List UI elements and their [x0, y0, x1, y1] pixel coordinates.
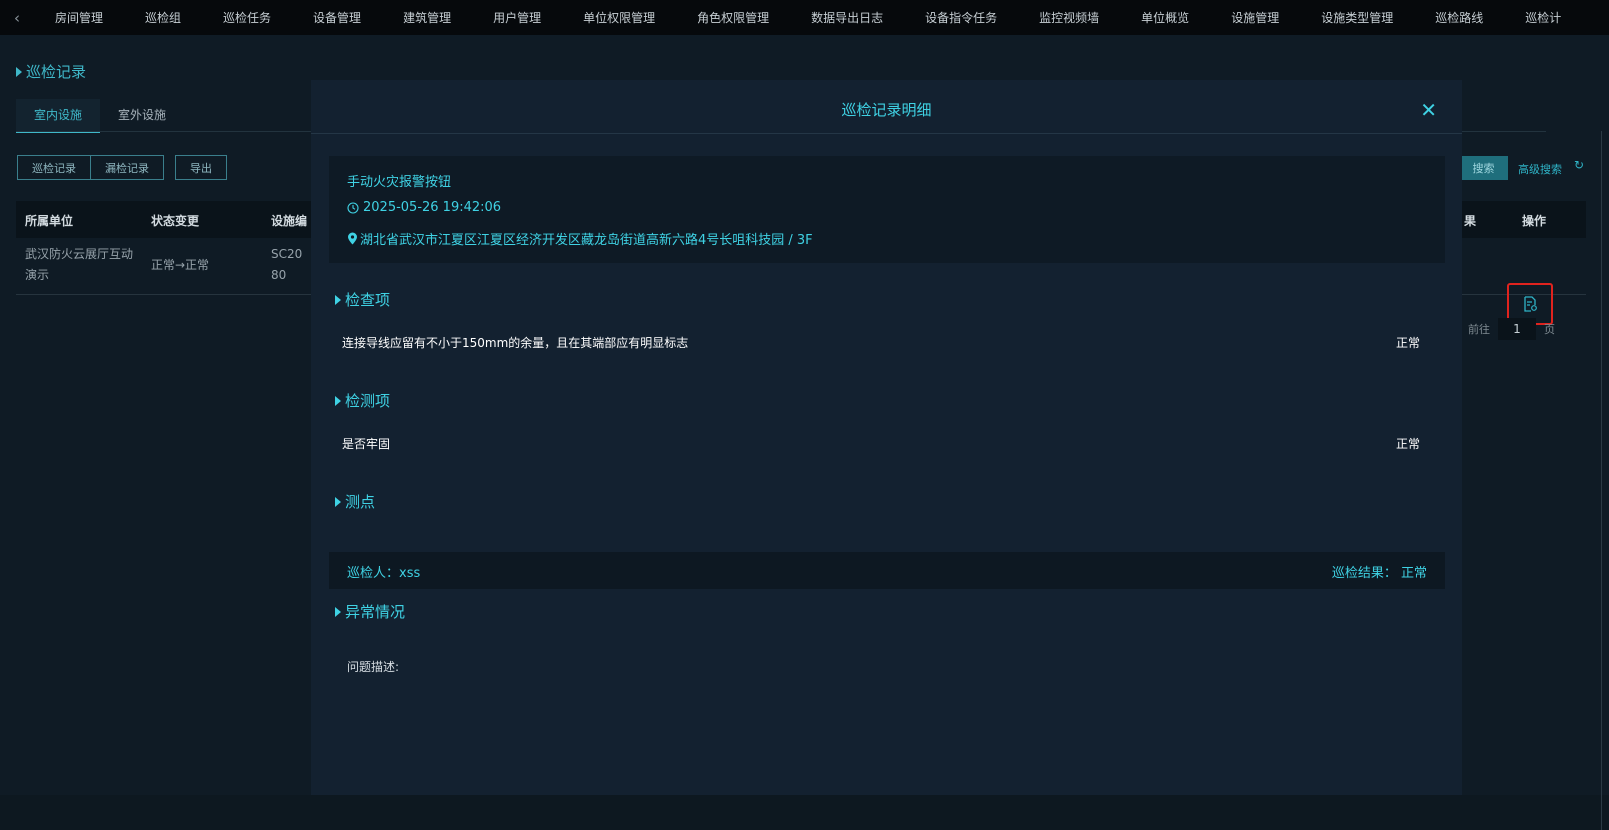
pager-goto-label: 前往	[1468, 323, 1490, 336]
export-button[interactable]: 导出	[175, 155, 227, 180]
cell-facility-code: SC202 80	[271, 247, 303, 282]
pagination: 前往 1 页	[1468, 318, 1555, 340]
col-unit: 所属单位	[25, 214, 74, 228]
document-view-icon	[1524, 296, 1537, 312]
nav-item-device-command[interactable]: 设备指令任务	[904, 9, 1018, 26]
refresh-icon[interactable]: ↻	[1574, 158, 1584, 172]
section-detect[interactable]: 检测项	[335, 390, 390, 411]
nav-item-user[interactable]: 用户管理	[472, 9, 562, 26]
nav-item-room[interactable]: 房间管理	[34, 9, 124, 26]
facility-tabs: 室内设施 室外设施	[16, 99, 184, 133]
facility-address: 湖北省武汉市江夏区江夏区经济开发区藏龙岛街道高新六路4号长咀科技园 / 3F	[347, 229, 813, 248]
nav-item-device[interactable]: 设备管理	[292, 9, 382, 26]
inspector-name: 巡检人：xss	[347, 566, 421, 581]
pager-suffix: 页	[1544, 323, 1555, 336]
section-abnormal[interactable]: 异常情况	[335, 601, 405, 622]
nav-item-role-permission[interactable]: 角色权限管理	[676, 9, 790, 26]
clock-icon	[347, 201, 359, 214]
issue-description-label: 问题描述:	[347, 660, 400, 674]
nav-item-facility-type[interactable]: 设施类型管理	[1300, 9, 1414, 26]
inspector-bar: 巡检人：xss 巡检结果： 正常	[329, 552, 1445, 589]
page-scrollbar[interactable]	[1601, 131, 1609, 830]
col-facility-code: 设施编	[271, 214, 308, 228]
cell-unit: 武汉防火云展厅互动演示	[25, 247, 134, 282]
page-title-text: 巡检记录	[26, 63, 87, 81]
check-item-row: 连接导线应留有不小于150mm的余量，且在其端部应有明显标志 正常	[342, 334, 1420, 351]
col-status-change: 状态变更	[151, 214, 200, 228]
page-number-input[interactable]: 1	[1498, 318, 1536, 340]
section-abnormal-title: 异常情况	[345, 603, 406, 621]
cell-status-change: 正常→正常	[151, 258, 210, 272]
nav-item-unit-permission[interactable]: 单位权限管理	[562, 9, 676, 26]
inspection-detail-modal: 巡检记录明细 ✕ 手动火灾报警按钮 2025-05-26 19:42:06 湖北…	[311, 80, 1462, 795]
inspection-result: 巡检结果： 正常	[1331, 566, 1427, 581]
check-item-status: 正常	[1395, 336, 1420, 350]
nav-item-facility[interactable]: 设施管理	[1210, 9, 1300, 26]
nav-item-inspection-plan[interactable]: 巡检计	[1504, 9, 1582, 26]
missed-record-button[interactable]: 漏检记录	[91, 155, 164, 180]
caret-right-icon	[335, 496, 341, 507]
nav-item-unit-overview[interactable]: 单位概览	[1120, 9, 1210, 26]
caret-right-icon	[335, 395, 341, 406]
page-title: 巡检记录	[16, 61, 86, 82]
detect-item-status: 正常	[1395, 437, 1420, 451]
col-action: 操作	[1522, 214, 1547, 228]
caret-right-icon	[16, 66, 22, 77]
modal-header: 巡检记录明细 ✕	[311, 80, 1462, 134]
modal-title: 巡检记录明细	[841, 101, 932, 119]
check-item-text: 连接导线应留有不小于150mm的余量，且在其端部应有明显标志	[342, 336, 689, 350]
caret-right-icon	[335, 606, 341, 617]
col-result: 果	[1464, 214, 1477, 228]
inspection-record-button[interactable]: 巡检记录	[17, 155, 91, 180]
facility-info-card: 手动火灾报警按钮 2025-05-26 19:42:06 湖北省武汉市江夏区江夏…	[329, 156, 1445, 263]
facility-address-text: 湖北省武汉市江夏区江夏区经济开发区藏龙岛街道高新六路4号长咀科技园 / 3F	[360, 233, 813, 248]
nav-back-icon[interactable]: ‹	[0, 9, 34, 27]
nav-item-route[interactable]: 巡检路线	[1414, 9, 1504, 26]
section-check[interactable]: 检查项	[335, 289, 390, 310]
nav-item-inspection-task[interactable]: 巡检任务	[202, 9, 292, 26]
inspection-time: 2025-05-26 19:42:06	[347, 200, 501, 215]
section-detect-title: 检测项	[345, 392, 391, 410]
location-pin-icon	[348, 232, 357, 245]
tab-outdoor[interactable]: 室外设施	[100, 99, 184, 133]
section-points-title: 测点	[345, 493, 376, 511]
top-nav: ‹ 房间管理 巡检组 巡检任务 设备管理 建筑管理 用户管理 单位权限管理 角色…	[0, 0, 1609, 35]
inspection-time-text: 2025-05-26 19:42:06	[363, 200, 502, 215]
section-points[interactable]: 测点	[335, 491, 375, 512]
tab-indoor[interactable]: 室内设施	[16, 99, 101, 133]
caret-right-icon	[335, 294, 341, 305]
detect-item-text: 是否牢固	[342, 437, 391, 451]
nav-item-video-wall[interactable]: 监控视频墙	[1018, 9, 1120, 26]
nav-item-export-log[interactable]: 数据导出日志	[790, 9, 904, 26]
detect-item-row: 是否牢固 正常	[342, 435, 1420, 452]
advanced-search-link[interactable]: 高级搜索	[1518, 161, 1562, 177]
search-button[interactable]: 搜索	[1459, 156, 1508, 180]
section-check-title: 检查项	[345, 291, 391, 309]
record-type-toggle: 巡检记录 漏检记录	[17, 155, 164, 180]
facility-name: 手动火灾报警按钮	[347, 175, 452, 190]
nav-item-building[interactable]: 建筑管理	[382, 9, 472, 26]
nav-item-inspection-group[interactable]: 巡检组	[124, 9, 202, 26]
close-icon[interactable]: ✕	[1420, 100, 1437, 120]
